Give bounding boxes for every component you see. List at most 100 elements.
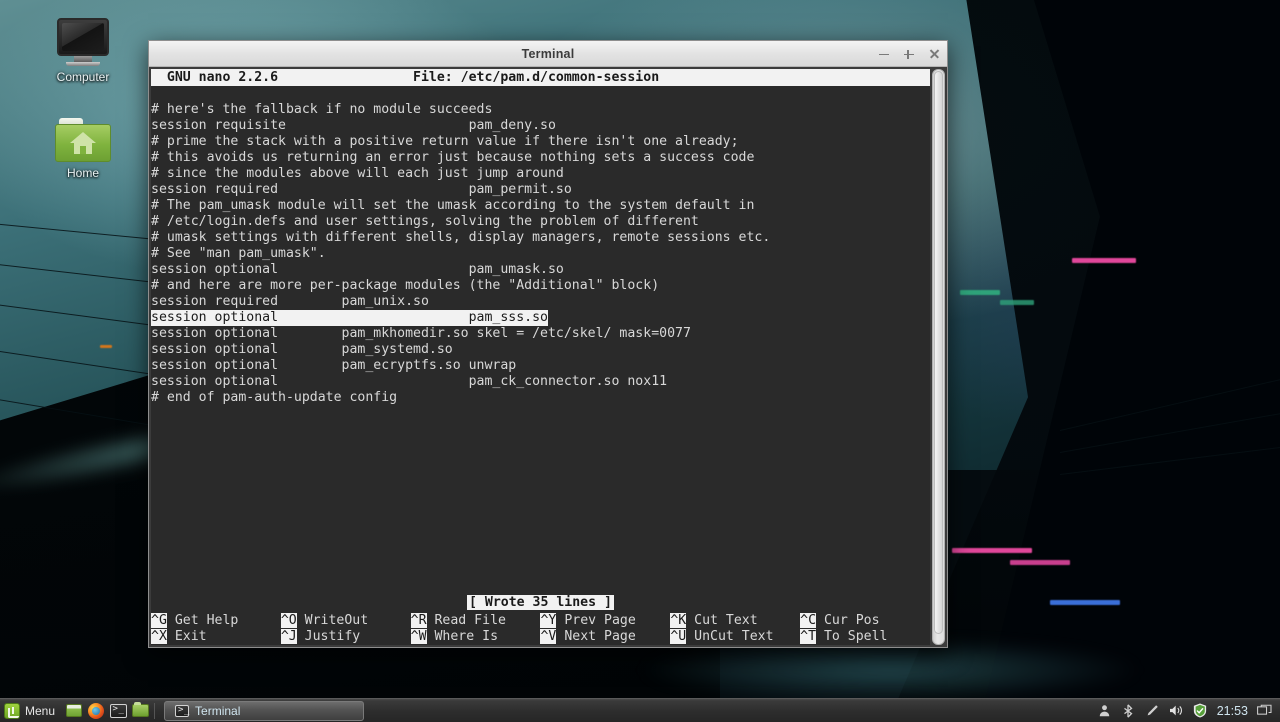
maximize-icon[interactable]: [902, 47, 916, 61]
nano-line[interactable]: session required pam_permit.so: [151, 182, 930, 198]
nano-shortcut[interactable]: ^C Cur Pos: [800, 613, 930, 629]
nano-shortcut[interactable]: ^R Read File: [410, 613, 541, 629]
nano-line[interactable]: # since the modules above will each just…: [151, 166, 930, 182]
wallpaper-neon-4: [960, 290, 1000, 295]
bluetooth-icon[interactable]: [1121, 703, 1136, 718]
nano-shortcut-key: ^V: [540, 629, 557, 644]
launcher-terminal[interactable]: [107, 699, 129, 722]
system-tray: 21:53: [1097, 699, 1280, 722]
nano-shortcut[interactable]: ^J Justify: [280, 629, 411, 645]
nano-shortcut-row-2[interactable]: ^X Exit ^J Justify ^W Where Is ^V Next Page…: [151, 629, 930, 645]
nano-line[interactable]: # See "man pam_umask".: [151, 246, 930, 262]
nano-status-message: [ Wrote 35 lines ]: [467, 595, 614, 610]
launcher-show-desktop[interactable]: [63, 699, 85, 722]
nano-shortcut-label: Cut Text: [686, 613, 758, 628]
nano-line[interactable]: session optional pam_systemd.so: [151, 342, 930, 358]
nano-line[interactable]: session required pam_unix.so: [151, 294, 930, 310]
nano-line[interactable]: session optional pam_ck_connector.so nox…: [151, 374, 930, 390]
wallpaper-neon-1: [952, 548, 1032, 553]
window-title: Terminal: [521, 46, 575, 61]
desktop-icon-label: Home: [66, 166, 99, 180]
nano-shortcut-key: ^U: [670, 629, 687, 644]
taskbar-window-label: Terminal: [195, 703, 241, 718]
window-list-icon[interactable]: [1257, 703, 1272, 718]
terminal-body[interactable]: GNU nano 2.2.6 File: /etc/pam.d/common-s…: [149, 67, 947, 647]
desktop-icon-computer[interactable]: Computer: [28, 18, 138, 84]
user-icon[interactable]: [1097, 703, 1112, 718]
close-icon[interactable]: [927, 47, 941, 61]
nano-shortcut[interactable]: ^U UnCut Text: [670, 629, 800, 645]
wallpaper-glow-bottom: [640, 640, 1140, 700]
nano-shortcut-label: Get Help: [166, 613, 239, 628]
folder-icon: [131, 702, 149, 717]
nano-shortcut[interactable]: ^K Cut Text: [670, 613, 800, 629]
pen-icon[interactable]: [1145, 703, 1160, 718]
launcher-firefox[interactable]: [85, 699, 107, 722]
nano-shortcut-label: Next Page: [556, 629, 636, 644]
nano-shortcut[interactable]: ^X Exit: [151, 629, 281, 645]
terminal-icon: [175, 704, 189, 717]
volume-icon[interactable]: [1169, 703, 1184, 718]
taskbar-left: Menu Terminal: [0, 699, 365, 722]
nano-text-area[interactable]: # here's the fallback if no module succe…: [151, 102, 930, 406]
wallpaper-neon-2: [1010, 560, 1070, 565]
nano-line[interactable]: # /etc/login.defs and user settings, sol…: [151, 214, 930, 230]
nano-line[interactable]: # end of pam-auth-update config: [151, 390, 930, 406]
nano-line[interactable]: # and here are more per-package modules …: [151, 278, 930, 294]
nano-line[interactable]: session requisite pam_deny.so: [151, 118, 930, 134]
shield-update-icon[interactable]: [1193, 703, 1208, 718]
mint-logo-icon: [4, 702, 20, 719]
nano-line[interactable]: session optional pam_umask.so: [151, 262, 930, 278]
launcher-files[interactable]: [129, 699, 151, 722]
nano-shortcut-label: Where Is: [426, 629, 499, 644]
taskbar-window-terminal[interactable]: Terminal: [164, 700, 365, 721]
terminal-icon: [109, 703, 127, 718]
nano-shortcut[interactable]: ^W Where Is: [410, 629, 541, 645]
nano-shortcut[interactable]: ^T To Spell: [800, 629, 930, 645]
nano-shortcut-label: Justify: [296, 629, 361, 644]
terminal-screen[interactable]: GNU nano 2.2.6 File: /etc/pam.d/common-s…: [151, 69, 930, 645]
nano-selected-line[interactable]: session optional pam_sss.so: [151, 310, 548, 326]
nano-line[interactable]: # umask settings with different shells, …: [151, 230, 930, 246]
nano-shortcut[interactable]: ^O WriteOut: [280, 613, 411, 629]
nano-status-message-row: [ Wrote 35 lines ]: [151, 595, 930, 613]
nano-shortcut[interactable]: ^V Next Page: [540, 629, 670, 645]
nano-shortcut-key: ^R: [410, 613, 427, 628]
nano-shortcut-key: ^O: [280, 613, 297, 628]
minimize-icon[interactable]: [877, 47, 891, 61]
nano-line[interactable]: # prime the stack with a positive return…: [151, 134, 930, 150]
nano-shortcut-label: Read File: [426, 613, 506, 628]
clock[interactable]: 21:53: [1217, 704, 1248, 718]
nano-line[interactable]: # The pam_umask module will set the umas…: [151, 198, 930, 214]
nano-header: GNU nano 2.2.6 File: /etc/pam.d/common-s…: [151, 69, 930, 86]
nano-shortcut[interactable]: ^Y Prev Page: [540, 613, 670, 629]
show-desktop-icon: [66, 704, 83, 717]
nano-shortcut-row-1[interactable]: ^G Get Help ^O WriteOut ^R Read File ^Y Pre…: [151, 613, 930, 629]
terminal-window[interactable]: Terminal GNU nano 2.2.6 File: /etc/pam.d…: [148, 40, 948, 648]
nano-shortcut-key: ^X: [151, 629, 167, 644]
menu-button[interactable]: Menu: [0, 699, 63, 722]
nano-shortcut-label: To Spell: [816, 629, 888, 644]
nano-line[interactable]: # here's the fallback if no module succe…: [151, 102, 930, 118]
window-controls: [877, 41, 941, 67]
nano-editor[interactable]: GNU nano 2.2.6 File: /etc/pam.d/common-s…: [151, 69, 930, 406]
nano-line[interactable]: # this avoids us returning an error just…: [151, 150, 930, 166]
desktop-icon-home[interactable]: Home: [28, 118, 138, 180]
scrollbar-thumb[interactable]: [934, 71, 943, 634]
nano-shortcut-key: ^J: [280, 629, 297, 644]
home-folder-icon: [28, 118, 138, 162]
window-titlebar[interactable]: Terminal: [149, 41, 947, 67]
nano-shortcut-key: ^C: [800, 613, 817, 628]
taskbar[interactable]: Menu Terminal 21:53: [0, 698, 1280, 722]
nano-shortcut[interactable]: ^G Get Help: [151, 613, 281, 629]
nano-line[interactable]: session optional pam_mkhomedir.so skel =…: [151, 326, 930, 342]
nano-shortcut-key: ^G: [151, 613, 167, 628]
wallpaper-neon-3: [1050, 600, 1120, 605]
firefox-icon: [88, 702, 105, 719]
nano-shortcut-key: ^K: [670, 613, 687, 628]
desktop-icon-label: Computer: [56, 70, 110, 84]
nano-shortcut-label: Exit: [166, 629, 207, 644]
nano-line[interactable]: session optional pam_ecryptfs.so unwrap: [151, 358, 930, 374]
nano-shortcut-label: Cur Pos: [816, 613, 880, 628]
terminal-scrollbar[interactable]: [932, 69, 945, 645]
